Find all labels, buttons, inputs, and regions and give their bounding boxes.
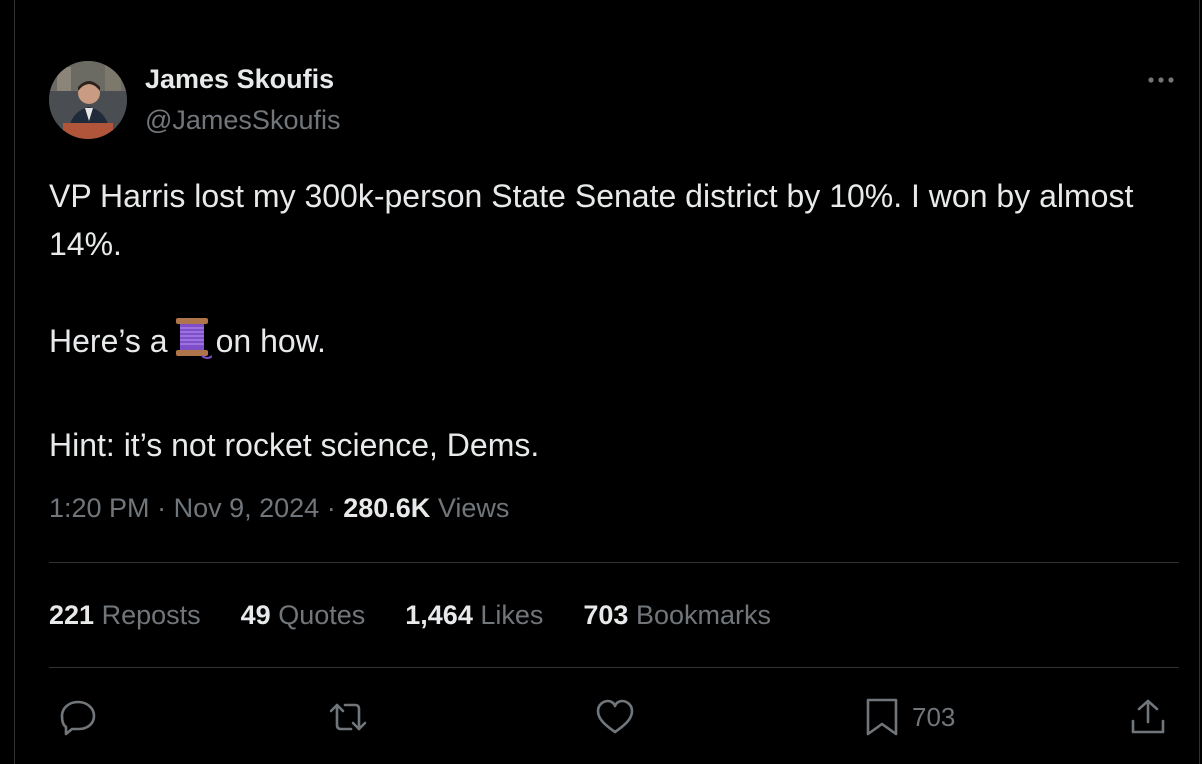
stat-reposts[interactable]: 221 Reposts xyxy=(49,600,201,631)
bookmark-icon[interactable] xyxy=(864,697,900,737)
tweet-date[interactable]: Nov 9, 2024 xyxy=(174,493,320,523)
stat-quotes[interactable]: 49 Quotes xyxy=(241,600,366,631)
tweet-text: VP Harris lost my 300k-person State Sena… xyxy=(49,172,1159,469)
stat-count: 703 xyxy=(583,600,629,630)
profile-photo-icon xyxy=(49,61,127,139)
thread-spool-icon xyxy=(172,316,213,373)
meta-separator: · xyxy=(326,493,336,523)
views-label: Views xyxy=(437,493,510,523)
stat-label: Likes xyxy=(480,600,544,630)
stat-count: 221 xyxy=(49,600,95,630)
bookmark-count: 703 xyxy=(912,702,956,732)
tweet-line-3: Hint: it’s not rocket science, Dems. xyxy=(49,427,540,463)
more-icon[interactable] xyxy=(1144,62,1180,98)
tweet-line-2: Here’s a on how. xyxy=(49,316,1159,373)
tweet-time[interactable]: 1:20 PM xyxy=(49,493,150,523)
tweet-line-1: VP Harris lost my 300k-person State Sena… xyxy=(49,178,1134,262)
engagement-stats: 221 Reposts 49 Quotes 1,464 Likes 703 Bookm… xyxy=(49,600,811,631)
stat-count: 49 xyxy=(240,600,271,630)
reply-icon[interactable] xyxy=(58,697,98,737)
heart-icon[interactable] xyxy=(595,697,635,737)
repost-icon[interactable] xyxy=(327,697,369,737)
stat-likes[interactable]: 1,464 Likes xyxy=(405,600,543,631)
tweet-meta: 1:20 PM · Nov 9, 2024 · 280.6K Views xyxy=(49,493,509,524)
author-name[interactable]: James Skoufis xyxy=(145,64,334,95)
tweet-line-2-prefix: Here’s a xyxy=(49,323,168,359)
meta-separator: · xyxy=(157,493,167,523)
stat-bookmarks[interactable]: 703 Bookmarks xyxy=(583,600,771,631)
stat-label: Reposts xyxy=(101,600,201,630)
stat-count: 1,464 xyxy=(405,600,473,630)
share-icon[interactable] xyxy=(1128,697,1168,737)
avatar[interactable] xyxy=(49,61,127,139)
divider xyxy=(49,562,1179,563)
divider xyxy=(49,667,1179,668)
views-count: 280.6K xyxy=(343,493,431,523)
author-handle[interactable]: @JamesSkoufis xyxy=(145,105,340,136)
stat-label: Quotes xyxy=(278,600,366,630)
tweet-line-2-suffix: on how. xyxy=(215,323,326,359)
stat-label: Bookmarks xyxy=(635,600,772,630)
